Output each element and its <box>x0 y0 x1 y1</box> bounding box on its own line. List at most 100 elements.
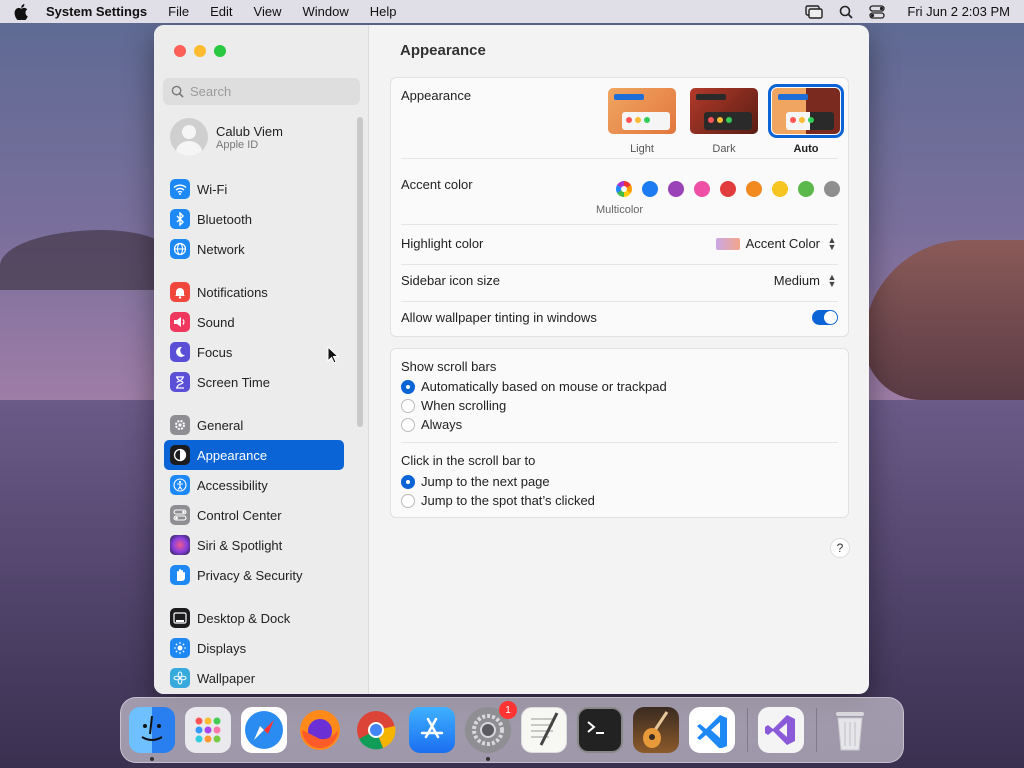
wallpaper-tinting-toggle[interactable] <box>812 310 838 325</box>
sidebar-item-sound[interactable]: Sound <box>164 307 344 337</box>
accent-swatch-orange[interactable] <box>746 181 762 197</box>
highlight-color-popup[interactable]: Accent Color ▲ ▼ <box>715 235 838 251</box>
sidebar-item-accessibility[interactable]: Accessibility <box>164 470 344 500</box>
sidebar-item-wifi[interactable]: Wi-Fi <box>164 174 344 204</box>
dock-finder[interactable] <box>129 707 175 761</box>
siri-icon <box>170 535 190 555</box>
close-button[interactable] <box>174 45 186 57</box>
help-button[interactable]: ? <box>830 538 850 558</box>
dock-garageband[interactable] <box>633 707 679 753</box>
sidebar-item-label: Control Center <box>197 507 282 523</box>
speaker-icon <box>170 312 190 332</box>
dock-vscode[interactable] <box>689 707 735 753</box>
sidebar-item-network[interactable]: Network <box>164 234 344 264</box>
sidebar-item-control-center[interactable]: Control Center <box>164 500 344 530</box>
apple-menu-icon[interactable] <box>14 3 28 20</box>
sidebar-item-general[interactable]: General <box>164 410 344 440</box>
sidebar-item-siri-spotlight[interactable]: Siri & Spotlight <box>164 530 344 560</box>
sidebar-icon-size-label: Sidebar icon size <box>401 273 500 288</box>
dock-separator <box>816 708 817 752</box>
minimize-button[interactable] <box>194 45 206 57</box>
menu-help[interactable]: Help <box>370 4 397 19</box>
sidebar-item-privacy-security[interactable]: Privacy & Security <box>164 560 344 590</box>
accent-swatch-pink[interactable] <box>694 181 710 197</box>
click-scroll-radio-group: Jump to the next page Jump to the spot t… <box>401 472 595 510</box>
sidebar-item-focus[interactable]: Focus <box>164 337 344 367</box>
dock-app-store[interactable] <box>409 707 455 753</box>
accent-swatch-green[interactable] <box>798 181 814 197</box>
notification-badge: 1 <box>499 701 517 719</box>
accent-caption: Multicolor <box>596 204 644 216</box>
toggles-icon <box>170 505 190 525</box>
dock-firefox[interactable] <box>297 707 343 753</box>
radio-scroll-when-scrolling[interactable]: When scrolling <box>401 396 667 415</box>
show-scroll-bars-label: Show scroll bars <box>401 359 497 374</box>
sidebar-item-screen-time[interactable]: Screen Time <box>164 367 344 397</box>
radio-indicator <box>401 379 415 394</box>
menu-file[interactable]: File <box>168 4 189 19</box>
accent-swatch-blue[interactable] <box>642 181 658 197</box>
spotlight-search-icon[interactable] <box>839 5 854 19</box>
sidebar-item-appearance[interactable]: Appearance <box>164 440 344 470</box>
dock-textedit[interactable] <box>521 707 567 753</box>
dock-chrome[interactable] <box>353 707 399 753</box>
appearance-option-light[interactable]: Light <box>608 88 676 155</box>
radio-jump-next-page[interactable]: Jump to the next page <box>401 472 595 491</box>
radio-scroll-always[interactable]: Always <box>401 415 667 434</box>
wallpaper-hill-left <box>0 230 170 290</box>
dock-visual-studio[interactable] <box>758 707 804 753</box>
popup-chevron-icon: ▲ ▼ <box>827 271 837 289</box>
radio-scroll-automatic[interactable]: Automatically based on mouse or trackpad <box>401 377 667 396</box>
search-field[interactable] <box>163 78 360 105</box>
search-input[interactable] <box>190 84 350 99</box>
sidebar-item-wallpaper[interactable]: Wallpaper <box>164 663 344 693</box>
sidebar-item-label: Bluetooth <box>197 211 252 227</box>
sidebar-item-displays[interactable]: Displays <box>164 633 344 663</box>
zoom-button[interactable] <box>214 45 226 57</box>
sidebar-item-bluetooth[interactable]: Bluetooth <box>164 204 344 234</box>
dock-trash[interactable] <box>827 707 873 753</box>
accent-swatch-red[interactable] <box>720 181 736 197</box>
radio-indicator <box>401 493 415 508</box>
control-center-icon[interactable] <box>869 4 886 19</box>
accent-swatch-purple[interactable] <box>668 181 684 197</box>
wifi-icon <box>170 179 190 199</box>
screen-mirroring-icon[interactable] <box>805 4 824 19</box>
accent-swatch-multicolor[interactable] <box>616 181 632 197</box>
accent-color-label: Accent color <box>401 177 473 192</box>
dock-terminal[interactable] <box>577 707 623 753</box>
radio-label: Always <box>421 417 463 432</box>
appearance-option-dark[interactable]: Dark <box>690 88 758 155</box>
sidebar-scrollbar[interactable] <box>357 117 363 427</box>
menu-edit[interactable]: Edit <box>210 4 232 19</box>
menu-clock[interactable]: Fri Jun 2 2:03 PM <box>907 4 1010 19</box>
sidebar-item-label: Desktop & Dock <box>197 610 291 626</box>
menu-view[interactable]: View <box>254 4 282 19</box>
appearance-option-auto[interactable]: Auto <box>768 84 844 155</box>
accent-swatch-graphite[interactable] <box>824 181 840 197</box>
appearance-option-label: Auto <box>793 143 819 155</box>
sun-icon <box>170 638 190 658</box>
menu-window[interactable]: Window <box>302 4 348 19</box>
dock-separator <box>747 708 748 752</box>
running-indicator <box>150 757 154 761</box>
appearance-card: Appearance Light Dark Auto Accent color … <box>390 77 849 337</box>
appearance-icon <box>170 445 190 465</box>
sidebar-item-label: Screen Time <box>197 374 270 390</box>
system-settings-window: Calub Viem Apple ID Wi-Fi Bluetooth <box>154 25 869 694</box>
accent-swatch-yellow[interactable] <box>772 181 788 197</box>
radio-jump-spot-clicked[interactable]: Jump to the spot that’s clicked <box>401 491 595 510</box>
sidebar-item-notifications[interactable]: Notifications <box>164 277 344 307</box>
apple-id-profile[interactable]: Calub Viem Apple ID <box>170 118 283 156</box>
sidebar-item-desktop-dock[interactable]: Desktop & Dock <box>164 603 344 633</box>
dock-system-settings[interactable]: 1 <box>465 701 517 761</box>
menu-app-name[interactable]: System Settings <box>46 4 147 19</box>
radio-indicator <box>401 398 415 413</box>
dock-launchpad[interactable] <box>185 707 231 753</box>
sidebar-icon-size-value: Medium <box>773 273 820 288</box>
mouse-cursor-icon <box>327 346 339 364</box>
sidebar-icon-size-popup[interactable]: Medium ▲ ▼ <box>773 271 838 289</box>
dock-safari[interactable] <box>241 707 287 753</box>
click-scroll-bar-label: Click in the scroll bar to <box>401 453 536 468</box>
finder-icon <box>141 715 163 741</box>
